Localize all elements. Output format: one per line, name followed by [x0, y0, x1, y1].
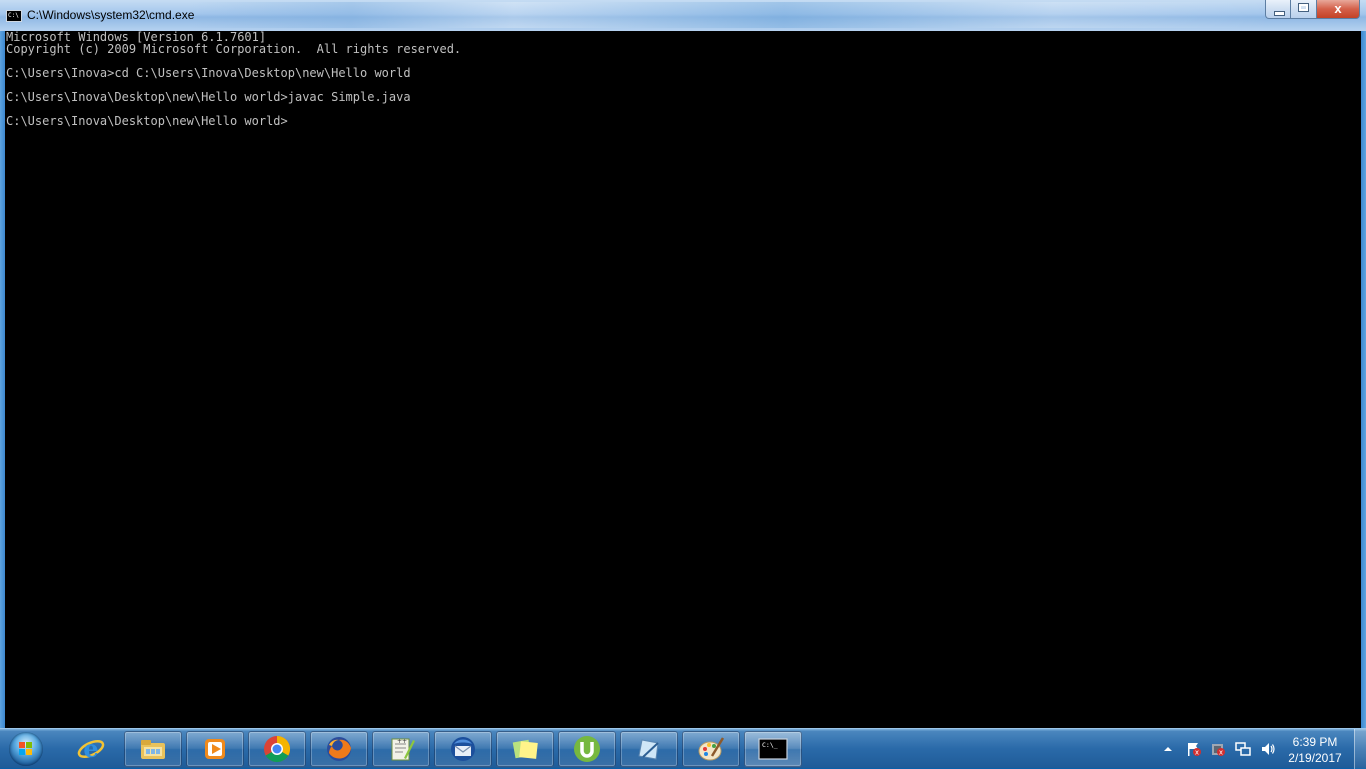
chrome-icon [264, 735, 291, 763]
console-text: Microsoft Windows [Version 6.1.7601] Copy… [5, 31, 1361, 127]
taskbar-item-internet-explorer[interactable]: e [62, 731, 120, 767]
title-bar[interactable]: C:\ C:\Windows\system32\cmd.exe x [0, 0, 1366, 31]
cmd-window: C:\ C:\Windows\system32\cmd.exe x Micros… [0, 0, 1366, 728]
window-border-right[interactable] [1361, 31, 1366, 728]
maximize-button[interactable] [1291, 0, 1317, 19]
taskbar-item-firefox[interactable] [310, 731, 368, 767]
media-player-icon [205, 739, 225, 759]
minimize-button[interactable] [1265, 0, 1291, 19]
svg-text:++: ++ [397, 738, 407, 745]
internet-explorer-icon: e [77, 734, 105, 763]
notepad-plus-plus-icon: ++ [391, 738, 415, 761]
windows-start-orb-icon [9, 732, 43, 766]
svg-text:x: x [1219, 749, 1223, 757]
taskbar-item-thunderbird[interactable] [434, 731, 492, 767]
taskbar-item-command-prompt[interactable]: C:\_ [744, 731, 802, 767]
start-button[interactable] [4, 730, 48, 768]
taskbar: e ++ C:\_ x x 6:39 PM 2/19/2017 [0, 728, 1366, 769]
taskbar-item-sticky-notes[interactable] [496, 731, 554, 767]
cmd-button-glyph: C:\_ [762, 741, 778, 749]
thunderbird-icon [451, 737, 475, 761]
window-title: C:\Windows\system32\cmd.exe [27, 8, 195, 22]
utorrent-icon [574, 736, 600, 762]
maximize-icon [1298, 3, 1309, 12]
paint-icon [698, 737, 725, 761]
taskbar-pinned-apps: e ++ C:\_ [60, 729, 804, 769]
security-warning-icon[interactable]: x [1210, 741, 1226, 757]
taskbar-item-snipping-tool[interactable] [620, 731, 678, 767]
minimize-icon [1274, 11, 1285, 16]
clock-time: 6:39 PM [1292, 735, 1338, 749]
taskbar-item-chrome[interactable] [248, 731, 306, 767]
action-center-flag-icon[interactable]: x [1186, 741, 1202, 757]
taskbar-item-notepad-plus-plus[interactable]: ++ [372, 731, 430, 767]
system-tray: x x 6:39 PM 2/19/2017 [1146, 729, 1366, 769]
svg-text:x: x [1195, 749, 1199, 757]
network-icon[interactable] [1235, 741, 1251, 757]
console-line: C:\Users\Inova>cd C:\Users\Inova\Desktop… [6, 66, 411, 80]
taskbar-item-file-explorer[interactable] [124, 731, 182, 767]
console-line: C:\Users\Inova\Desktop\new\Hello world>j… [6, 90, 411, 104]
file-explorer-icon [141, 740, 165, 759]
show-desktop-button[interactable] [1354, 729, 1366, 769]
console-line: Copyright (c) 2009 Microsoft Corporation… [6, 42, 462, 56]
title-bar-background [190, 2, 1270, 28]
clock-date: 2/19/2017 [1288, 751, 1342, 765]
close-button[interactable]: x [1317, 0, 1360, 19]
taskbar-clock[interactable]: 6:39 PM 2/19/2017 [1280, 734, 1350, 766]
window-controls: x [1265, 0, 1360, 20]
close-icon: x [1334, 1, 1342, 16]
snipping-tool-icon [638, 739, 659, 760]
sticky-notes-icon [512, 739, 538, 759]
cmd-icon[interactable]: C:\ [6, 10, 22, 22]
volume-icon[interactable] [1260, 741, 1276, 757]
taskbar-item-media-player[interactable] [186, 731, 244, 767]
svg-text:e: e [83, 734, 98, 763]
show-hidden-icons-arrow-icon[interactable] [1160, 741, 1176, 757]
console-prompt-line[interactable]: C:\Users\Inova\Desktop\new\Hello world> [6, 115, 1361, 127]
command-prompt-icon: C:\_ [758, 738, 788, 760]
taskbar-item-paint[interactable] [682, 731, 740, 767]
taskbar-item-utorrent[interactable] [558, 731, 616, 767]
firefox-icon [327, 737, 351, 761]
console-output[interactable]: Microsoft Windows [Version 6.1.7601] Copy… [5, 31, 1361, 728]
